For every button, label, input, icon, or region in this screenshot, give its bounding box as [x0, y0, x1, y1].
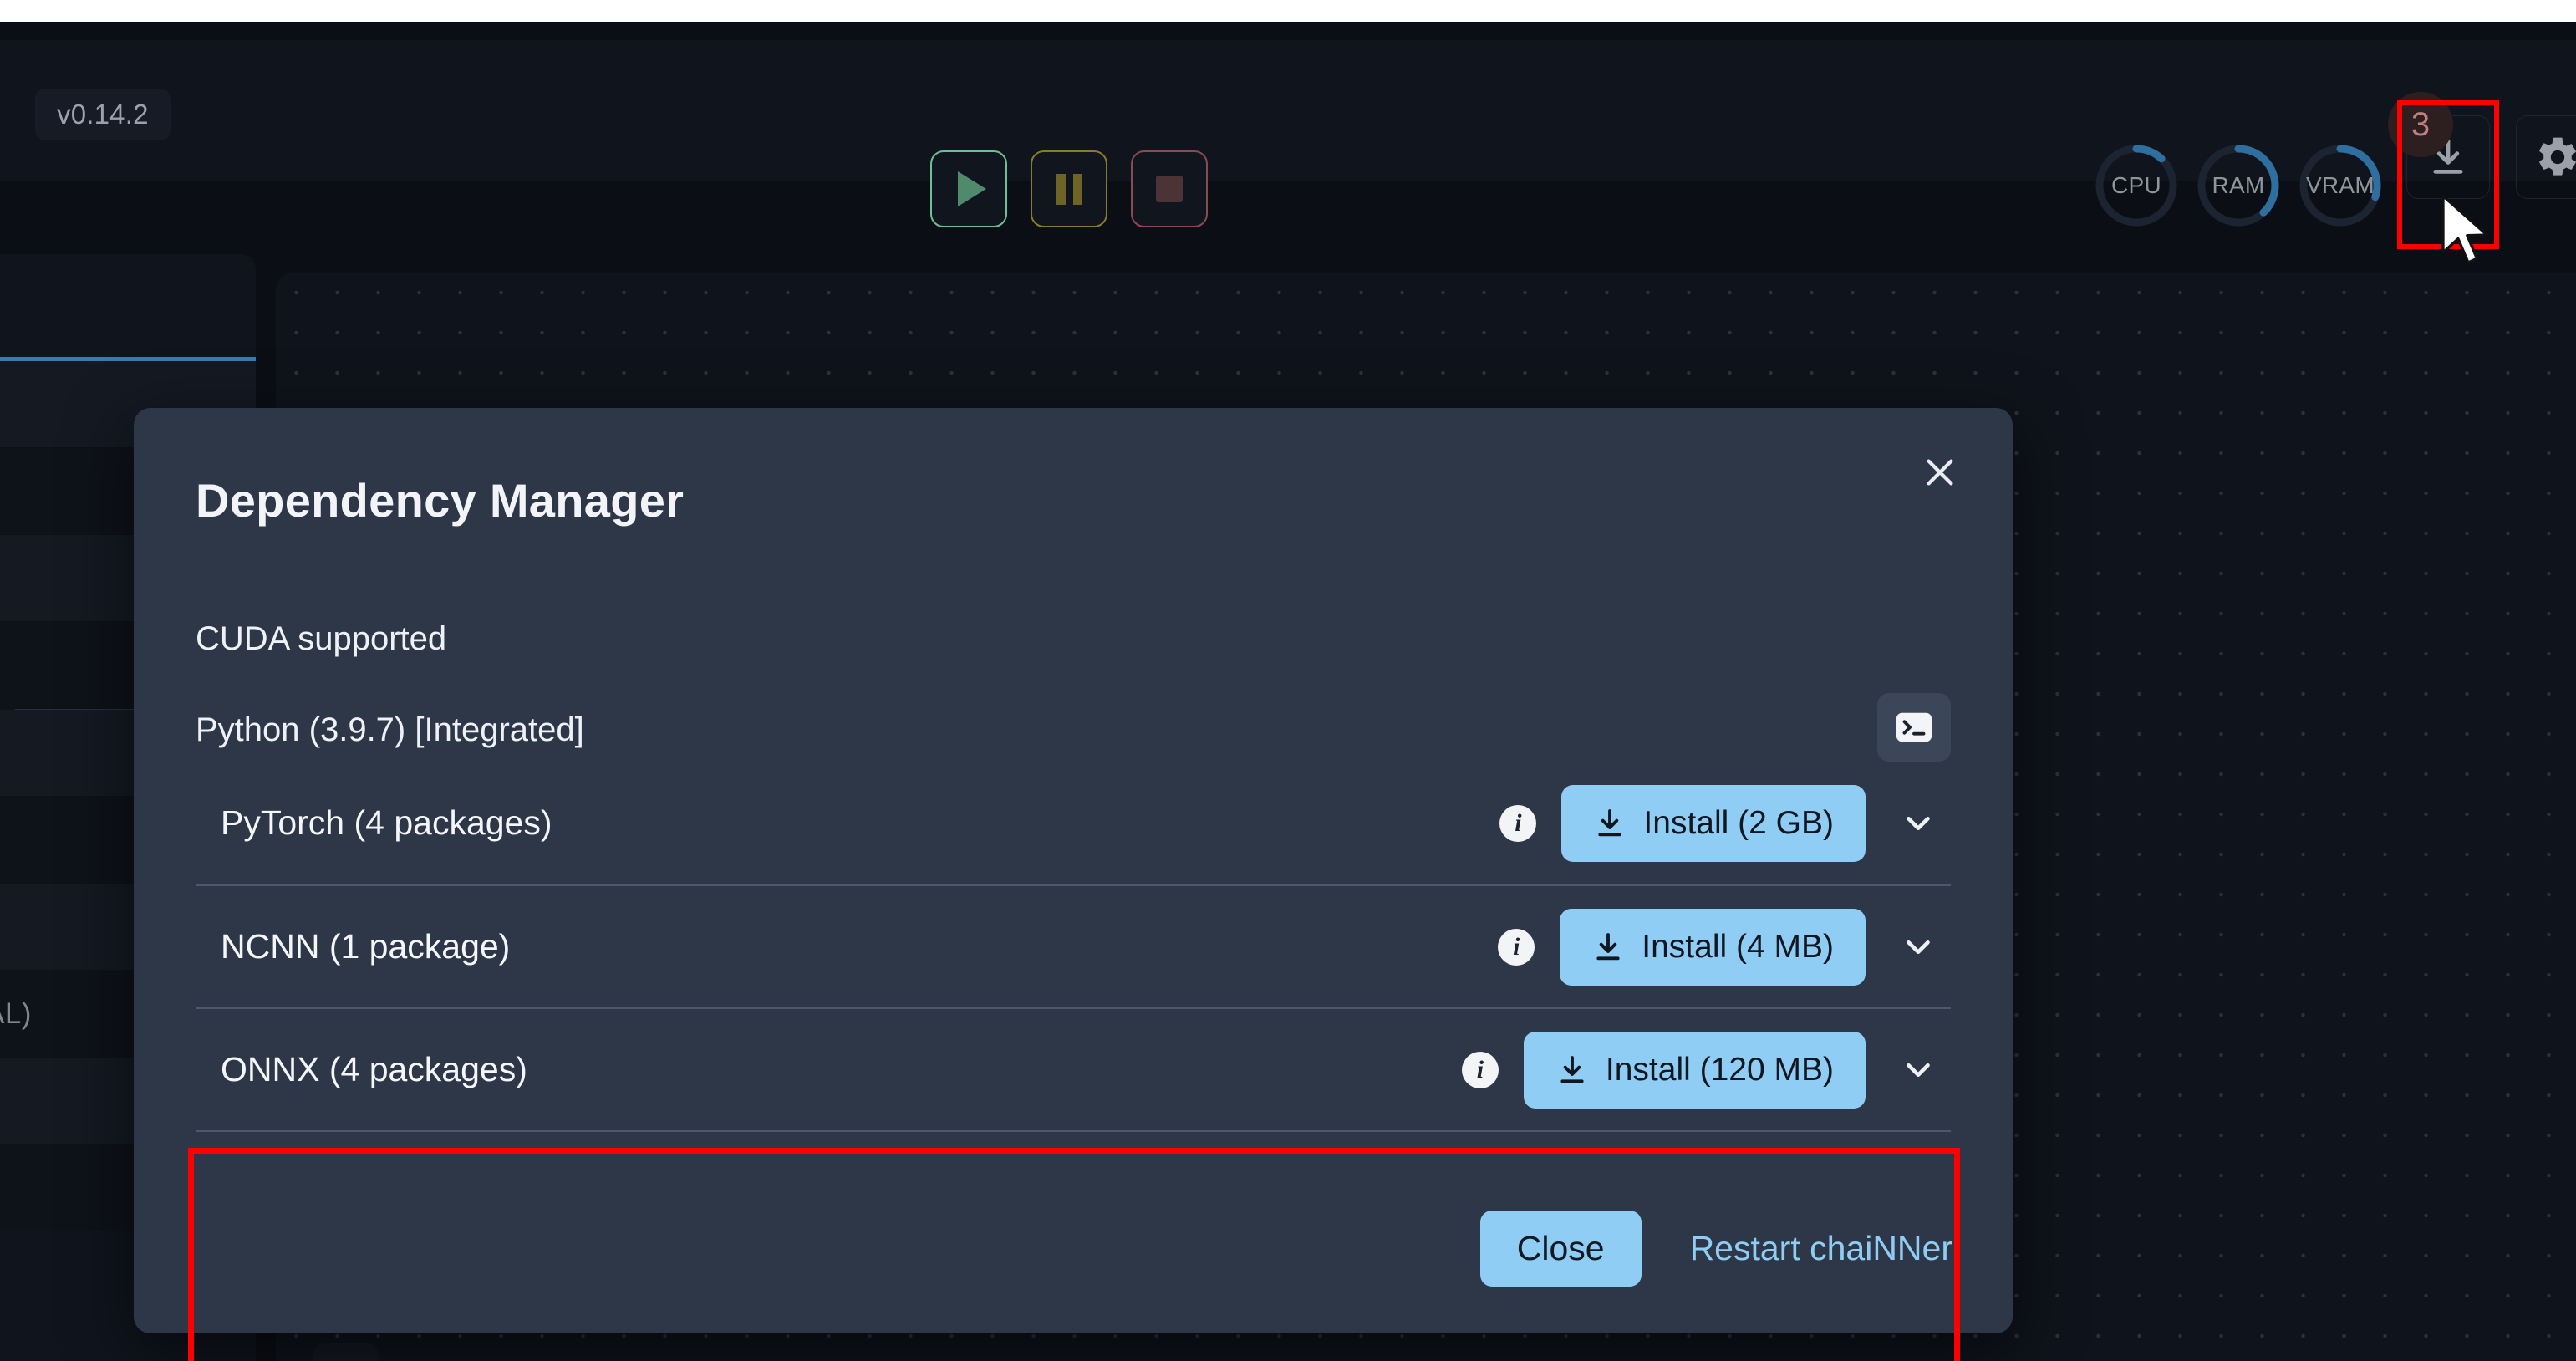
dialog-footer: Close Restart chaiNNer — [1479, 1211, 1961, 1287]
install-button-onnx[interactable]: Install (120 MB) — [1523, 1031, 1866, 1109]
expand-button-onnx[interactable] — [1886, 1037, 1951, 1103]
package-name: PyTorch (4 packages) — [221, 803, 552, 842]
version-badge: v0.14.2 — [35, 89, 171, 140]
package-name: NCNN (1 package) — [221, 927, 511, 966]
stop-button[interactable] — [1131, 150, 1208, 227]
play-icon — [958, 171, 986, 206]
mouse-cursor — [2441, 194, 2489, 264]
resource-gauges: CPU RAM VRAM — [2090, 139, 2387, 232]
install-button-label: Install (120 MB) — [1605, 1051, 1834, 1088]
info-icon[interactable]: i — [1498, 928, 1535, 966]
dependency-manager-button-wrap: 3 — [2388, 92, 2490, 199]
package-row-partial — [196, 1130, 1951, 1164]
package-row: NCNN (1 package) i Install (4 MB) — [196, 884, 1951, 1007]
package-row: ONNX (4 packages) i Install (120 MB) — [196, 1007, 1951, 1130]
chevron-down-icon — [1907, 816, 1930, 830]
dependency-manager-dialog: Dependency Manager CUDA supported Python… — [134, 408, 2013, 1361]
add-node-button[interactable]: + — [313, 1343, 379, 1361]
settings-button[interactable] — [2516, 115, 2576, 199]
expand-button-pytorch[interactable] — [1886, 791, 1951, 856]
sidebar-tabs[interactable] — [0, 254, 256, 361]
download-icon — [1598, 808, 1622, 836]
terminal-icon — [1896, 712, 1932, 742]
close-button[interactable]: Close — [1479, 1211, 1642, 1287]
settings-button-wrap — [2516, 115, 2576, 199]
download-icon — [1560, 1055, 1584, 1083]
gear-icon — [2539, 137, 2576, 176]
top-toolbar: v0.14.2 CPU RAM VRAM 3 — [0, 40, 2576, 249]
install-button-label: Install (4 MB) — [1642, 928, 1834, 965]
application-window: v0.14.2 CPU RAM VRAM 3 L) Dependency Man… — [0, 22, 2576, 1361]
package-list: PyTorch (4 packages) i Install (2 GB) NC… — [196, 762, 1951, 1164]
python-status-text: Python (3.9.7) [Integrated] — [196, 711, 584, 748]
screenshot-root: v0.14.2 CPU RAM VRAM 3 L) Dependency Man… — [0, 0, 2576, 1361]
dialog-close-button[interactable] — [1907, 440, 1973, 505]
install-button-label: Install (2 GB) — [1643, 804, 1834, 841]
gauge-vram-label: VRAM — [2305, 172, 2375, 198]
gauge-ram-label: RAM — [2212, 172, 2265, 198]
install-button-pytorch[interactable]: Install (2 GB) — [1561, 784, 1866, 862]
info-icon[interactable]: i — [1461, 1051, 1499, 1088]
run-button[interactable] — [930, 150, 1007, 227]
dependency-update-badge: 3 — [2388, 92, 2453, 157]
stop-icon — [1156, 176, 1183, 202]
package-name: ONNX (4 packages) — [221, 1050, 527, 1088]
open-terminal-button[interactable] — [1877, 693, 1951, 762]
gauge-cpu-label: CPU — [2110, 172, 2162, 198]
expand-button-ncnn[interactable] — [1886, 915, 1951, 980]
dialog-title: Dependency Manager — [196, 474, 685, 527]
pause-icon — [1056, 173, 1082, 205]
close-icon — [1927, 459, 1953, 486]
gauge-vram: VRAM — [2293, 139, 2387, 232]
chevron-down-icon — [1907, 1063, 1930, 1077]
download-icon — [1596, 932, 1620, 960]
pause-button[interactable] — [1031, 150, 1107, 227]
transport-controls — [930, 150, 1208, 227]
package-row: PyTorch (4 packages) i Install (2 GB) — [196, 762, 1951, 884]
sidebar-item-label: AL) — [0, 997, 32, 1030]
chevron-down-icon — [1907, 940, 1930, 954]
info-icon[interactable]: i — [1499, 804, 1537, 842]
install-button-ncnn[interactable]: Install (4 MB) — [1560, 908, 1866, 986]
cuda-status-text: CUDA supported — [196, 620, 447, 657]
gauge-ram: RAM — [2192, 139, 2285, 232]
restart-chainner-button[interactable]: Restart chaiNNer — [1682, 1211, 1961, 1287]
gauge-cpu: CPU — [2090, 139, 2183, 232]
